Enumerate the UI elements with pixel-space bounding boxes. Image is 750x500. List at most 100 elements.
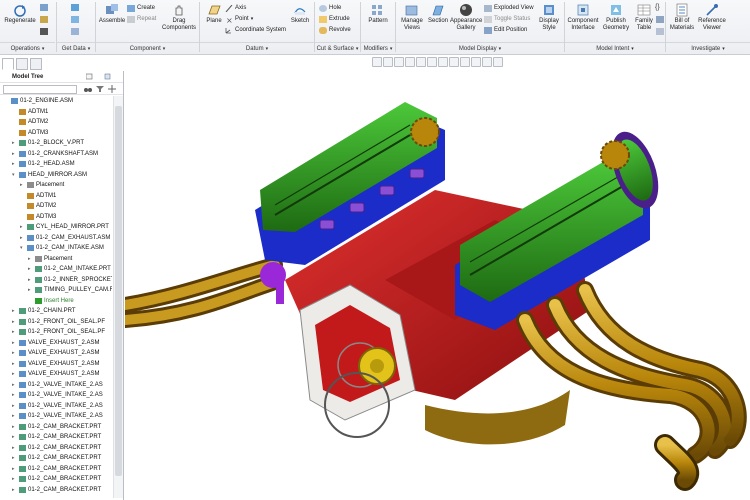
tree-scrollbar[interactable] xyxy=(113,96,123,498)
view-manager-icon[interactable] xyxy=(438,57,448,67)
tree-item[interactable]: ▸ 01-2_VALVE_INTAKE_2.AS xyxy=(0,390,112,401)
folder-browser-tab[interactable] xyxy=(16,58,28,70)
tree-item[interactable]: ▸ 01-2_INNER_SPROCKET xyxy=(0,275,112,286)
section-button[interactable]: Section xyxy=(426,3,450,25)
purple-cap[interactable] xyxy=(260,262,286,304)
tree-item[interactable]: ▸ VALVE_EXHAUST_2.ASM xyxy=(0,348,112,359)
expand-icon[interactable]: ▸ xyxy=(12,369,15,380)
expand-icon[interactable]: ▸ xyxy=(12,464,15,475)
component-interface-button[interactable]: Component Interface xyxy=(566,3,600,32)
right-exhaust-headers[interactable] xyxy=(516,281,747,491)
tree-item[interactable]: ▾ HEAD_MIRROR.ASM xyxy=(0,170,112,181)
exploded-view-button[interactable]: Exploded View xyxy=(484,4,534,13)
tree-item[interactable]: ADTM3 xyxy=(0,212,112,223)
tree-item[interactable]: ▸ 01-2_CAM_BRACKET.PRT xyxy=(0,432,112,443)
tree-item[interactable]: ADTM1 xyxy=(0,107,112,118)
expand-icon[interactable]: ▸ xyxy=(12,453,15,464)
tree-item[interactable]: 01-2_ENGINE.ASM xyxy=(0,96,112,107)
user-defined-feature-icon[interactable] xyxy=(71,4,79,11)
hole-button[interactable]: Hole xyxy=(319,4,341,13)
datum-display-icon[interactable] xyxy=(460,57,470,67)
tree-item[interactable]: ▸ Placement xyxy=(0,180,112,191)
tree-item[interactable]: ▸ 01-2_FRONT_OIL_SEAL.PF xyxy=(0,327,112,338)
perspective-view-icon[interactable] xyxy=(449,57,459,67)
engine-assembly-model[interactable] xyxy=(125,70,750,500)
tree-item[interactable]: ▸ 01-2_VALVE_INTAKE_2.AS xyxy=(0,411,112,422)
repeat-button[interactable]: Repeat xyxy=(127,15,156,24)
parameters-icon[interactable] xyxy=(656,16,664,23)
switch-dimensions-icon[interactable] xyxy=(656,28,664,35)
tree-item[interactable]: ▸ 01-2_CAM_BRACKET.PRT xyxy=(0,443,112,454)
expand-icon[interactable]: ▸ xyxy=(12,138,15,149)
expand-icon[interactable]: ▸ xyxy=(20,233,23,244)
revolve-button[interactable]: Revolve xyxy=(319,26,351,35)
repaint-icon[interactable] xyxy=(405,57,415,67)
display-style-icon[interactable] xyxy=(416,57,426,67)
tree-item[interactable]: ▸ 01-2_CAM_BRACKET.PRT xyxy=(0,474,112,485)
tree-item[interactable]: ▾ 01-2_CAM_INTAKE.ASM xyxy=(0,243,112,254)
edit-position-button[interactable]: Edit Position xyxy=(484,26,527,35)
search-input[interactable] xyxy=(3,85,77,94)
annotation-display-icon[interactable] xyxy=(471,57,481,67)
extrude-button[interactable]: Extrude xyxy=(319,15,350,24)
tree-item[interactable]: ▸ 01-2_BLOCK_V.PRT xyxy=(0,138,112,149)
point-button[interactable]: × Point ▾ xyxy=(225,15,253,24)
tree-item[interactable]: ▸ 01-2_CAM_BRACKET.PRT xyxy=(0,453,112,464)
sketch-button[interactable]: Sketch xyxy=(288,3,312,25)
toggle-status-button[interactable]: Toggle Status xyxy=(484,15,530,24)
expand-icon[interactable]: ▸ xyxy=(12,306,15,317)
saved-orientations-icon[interactable] xyxy=(427,57,437,67)
paste-icon[interactable] xyxy=(40,16,48,23)
tree-item[interactable]: ▸ 01-2_CRANKSHAFT.ASM xyxy=(0,149,112,160)
spin-center-icon[interactable] xyxy=(482,57,492,67)
filter-icon[interactable] xyxy=(96,85,104,93)
tree-item[interactable]: ▸ 01-2_CAM_BRACKET.PRT xyxy=(0,464,112,475)
expand-all-icon[interactable] xyxy=(108,85,116,93)
publish-geometry-button[interactable]: Publish Geometry xyxy=(601,3,631,32)
tree-item[interactable]: ▸ 01-2_CAM_BRACKET.PRT xyxy=(0,485,112,496)
expand-icon[interactable]: ▸ xyxy=(28,254,31,265)
tree-item[interactable]: ▸ Placement xyxy=(0,254,112,265)
axis-button[interactable]: Axis xyxy=(225,4,246,13)
assemble-button[interactable]: Assemble xyxy=(98,3,126,25)
tree-item[interactable]: ▸ VALVE_EXHAUST_2.ASM xyxy=(0,338,112,349)
expand-icon[interactable]: ▸ xyxy=(28,264,31,275)
expand-icon[interactable]: ▸ xyxy=(12,474,15,485)
zoom-in-icon[interactable] xyxy=(383,57,393,67)
appearance-gallery-button[interactable]: Appearance Gallery xyxy=(450,3,482,32)
tree-item[interactable]: ▸ VALVE_EXHAUST_2.ASM xyxy=(0,369,112,380)
pattern-button[interactable]: Pattern xyxy=(363,3,393,25)
display-style-button[interactable]: Display Style xyxy=(536,3,562,32)
expand-icon[interactable]: ▸ xyxy=(12,485,15,496)
favorites-tab[interactable] xyxy=(30,58,42,70)
show-icon[interactable] xyxy=(104,73,111,80)
expand-icon[interactable]: ▸ xyxy=(28,285,31,296)
tree-item[interactable]: ▸ 01-2_VALVE_INTAKE_2.AS xyxy=(0,401,112,412)
expand-icon[interactable]: ▸ xyxy=(20,180,23,191)
tree-item[interactable]: ▸ 01-2_FRONT_OIL_SEAL.PF xyxy=(0,317,112,328)
scrollbar-thumb[interactable] xyxy=(115,106,122,476)
graphics-window[interactable] xyxy=(125,70,750,500)
binoculars-icon[interactable] xyxy=(84,85,92,93)
tree-item[interactable]: ▸ 01-2_CAM_EXHAUST.ASM xyxy=(0,233,112,244)
tree-item[interactable]: ▸ 01-2_VALVE_INTAKE_2.AS xyxy=(0,380,112,391)
expand-icon[interactable]: ▸ xyxy=(12,338,15,349)
shrinkwrap-icon[interactable] xyxy=(71,28,79,35)
tree-item[interactable]: ▸ CYL_HEAD_MIRROR.PRT xyxy=(0,222,112,233)
manage-views-button[interactable]: Manage Views xyxy=(398,3,426,32)
expand-icon[interactable]: ▸ xyxy=(12,149,15,160)
collapse-icon[interactable]: ▾ xyxy=(20,243,23,254)
coordinate-system-button[interactable]: Coordinate System xyxy=(225,26,286,35)
copy-geometry-icon[interactable] xyxy=(71,16,79,23)
expand-icon[interactable]: ▸ xyxy=(12,443,15,454)
tree-item[interactable]: ▸ VALVE_EXHAUST_2.ASM xyxy=(0,359,112,370)
model-tree-tab[interactable] xyxy=(2,58,14,70)
tree-settings-icon[interactable] xyxy=(86,73,93,80)
tree-item[interactable]: ▸ 01-2_CHAIN.PRT xyxy=(0,306,112,317)
tree-item[interactable]: ADTM3 xyxy=(0,128,112,139)
expand-icon[interactable]: ▸ xyxy=(12,159,15,170)
expand-icon[interactable]: ▸ xyxy=(12,348,15,359)
plane-button[interactable]: Plane xyxy=(203,3,225,25)
copy-icon[interactable] xyxy=(40,4,48,11)
expand-icon[interactable]: ▸ xyxy=(12,432,15,443)
